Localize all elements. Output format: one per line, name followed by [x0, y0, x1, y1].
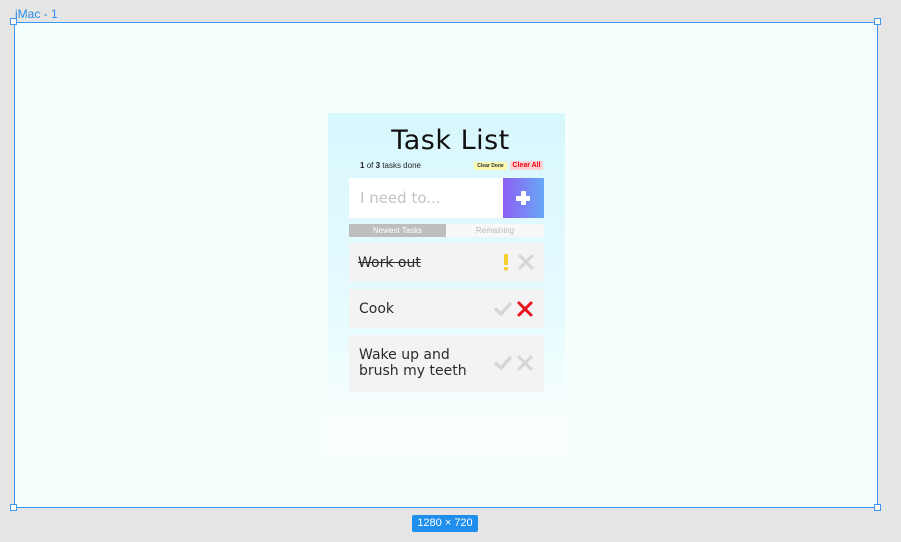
total-count: 3: [375, 161, 381, 170]
task-item[interactable]: Wake up and brush my teeth: [349, 335, 544, 392]
tab-remaining[interactable]: Remaining: [446, 224, 544, 237]
frame-label[interactable]: iMac - 1: [15, 7, 58, 21]
count-suffix: tasks done: [382, 161, 421, 170]
resize-handle-top-left[interactable]: [10, 18, 17, 25]
task-text: Work out: [358, 255, 421, 271]
delete-task-button[interactable]: [516, 354, 534, 372]
count-of: of: [366, 161, 374, 170]
resize-handle-bottom-right[interactable]: [874, 504, 881, 511]
done-count: 1: [360, 161, 365, 170]
task-item[interactable]: Cook: [349, 289, 544, 328]
complete-task-button[interactable]: [494, 354, 512, 372]
exclamation-icon: [504, 254, 508, 271]
tab-newest-tasks[interactable]: Newest Tasks: [349, 224, 446, 237]
clear-all-button[interactable]: Clear All: [510, 161, 543, 170]
close-icon: [517, 355, 533, 371]
complete-task-button[interactable]: [494, 300, 512, 318]
frame-size-badge: 1280 × 720: [412, 515, 478, 532]
done-marker-button[interactable]: [497, 253, 515, 271]
delete-task-button[interactable]: [516, 300, 534, 318]
add-task-button[interactable]: [503, 178, 544, 218]
task-text: Cook: [359, 301, 395, 317]
close-icon: [518, 254, 534, 270]
plus-icon-bar: [516, 196, 530, 201]
check-icon: [494, 356, 512, 370]
clear-done-button[interactable]: Clear Done: [474, 162, 507, 170]
task-text: Wake up and brush my teeth: [359, 347, 467, 379]
page-title: Task List: [391, 125, 510, 156]
delete-task-button[interactable]: [517, 253, 535, 271]
new-task-input[interactable]: [349, 178, 503, 218]
task-item[interactable]: Work out: [349, 243, 544, 282]
check-icon: [494, 302, 512, 316]
close-icon: [517, 301, 533, 317]
resize-handle-bottom-left[interactable]: [10, 504, 17, 511]
resize-handle-top-right[interactable]: [874, 18, 881, 25]
task-count-status: 1 of 3 tasks done: [360, 160, 421, 171]
card-footer: [326, 416, 566, 454]
